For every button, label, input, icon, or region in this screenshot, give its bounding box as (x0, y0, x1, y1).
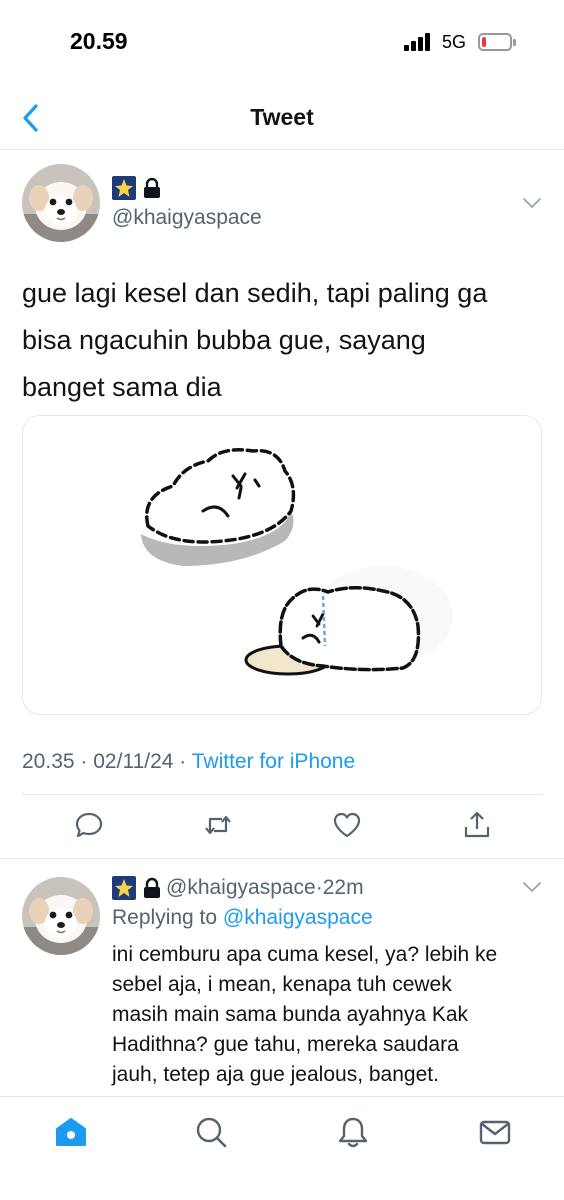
tab-bar (0, 1096, 564, 1200)
tweet-actions (0, 806, 564, 846)
tweet-text-line: banget sama dia (22, 372, 222, 402)
tweet-meta: 20.35 · 02/11/24 · Twitter for iPhone (22, 750, 355, 774)
nav-bar: Tweet (0, 88, 564, 150)
display-name[interactable] (112, 176, 162, 200)
reply-separator: · (315, 876, 323, 899)
meta-separator: · (179, 750, 187, 773)
tweet-source-link[interactable]: Twitter for iPhone (192, 750, 355, 773)
sparkle-star-emoji (112, 176, 136, 200)
tweet-date: 02/11/24 (93, 750, 174, 773)
signal-icon (404, 33, 432, 51)
reply-text-line: jauh, tetep aja gue jealous, banget. (112, 1063, 439, 1086)
battery-icon (478, 33, 516, 51)
lock-icon (144, 878, 160, 899)
tweet-media[interactable] (22, 415, 542, 715)
replying-to: Replying to @khaigyaspace (112, 906, 373, 930)
status-time: 20.59 (70, 28, 128, 54)
messages-icon[interactable] (478, 1115, 512, 1149)
reply-handle[interactable]: @khaigyaspace (166, 876, 316, 899)
tweet-handle[interactable]: @khaigyaspace (112, 206, 262, 230)
home-icon[interactable] (54, 1115, 88, 1149)
reply-text-line: Hadithna? gue tahu, mereka saudara (112, 1033, 459, 1056)
reply-text-line: ini cemburu apa cuma kesel, ya? lebih ke (112, 943, 498, 966)
reply-text: ini cemburu apa cuma kesel, ya? lebih ke… (112, 940, 537, 1090)
reply-icon[interactable] (74, 810, 104, 840)
divider (0, 858, 564, 859)
status-bar: 20.59 5G (0, 0, 564, 80)
tweet-text-line: gue lagi kesel dan sedih, tapi paling ga (22, 278, 488, 308)
reply-avatar[interactable] (22, 877, 100, 955)
reply-age: 22m (322, 876, 364, 899)
chevron-down-icon[interactable] (522, 196, 542, 210)
reply-header: @khaigyaspace·22m (112, 876, 364, 901)
meta-separator: · (80, 750, 88, 773)
tweet-text: gue lagi kesel dan sedih, tapi paling ga… (22, 270, 547, 411)
dog-illustration (141, 448, 453, 676)
chevron-down-icon[interactable] (522, 880, 542, 894)
avatar[interactable] (22, 164, 100, 242)
divider (22, 794, 542, 795)
sparkle-star-emoji (112, 876, 136, 901)
reply-text-line: sebel aja, i mean, kenapa tuh cewek (112, 973, 452, 996)
notifications-icon[interactable] (336, 1115, 370, 1149)
battery-level (482, 37, 486, 47)
search-icon[interactable] (194, 1115, 228, 1149)
replying-to-link[interactable]: @khaigyaspace (223, 906, 373, 929)
network-label: 5G (442, 32, 467, 52)
tweet-text-line: bisa ngacuhin bubba gue, sayang (22, 325, 426, 355)
like-icon[interactable] (332, 810, 362, 840)
reply-text-line: masih main sama bunda ayahnya Kak (112, 1003, 469, 1026)
lock-icon (144, 177, 160, 198)
retweet-icon[interactable] (203, 810, 233, 840)
tweet-time: 20.35 (22, 750, 75, 773)
replying-prefix: Replying to (112, 906, 218, 929)
page-title: Tweet (250, 104, 314, 130)
share-icon[interactable] (462, 810, 492, 840)
